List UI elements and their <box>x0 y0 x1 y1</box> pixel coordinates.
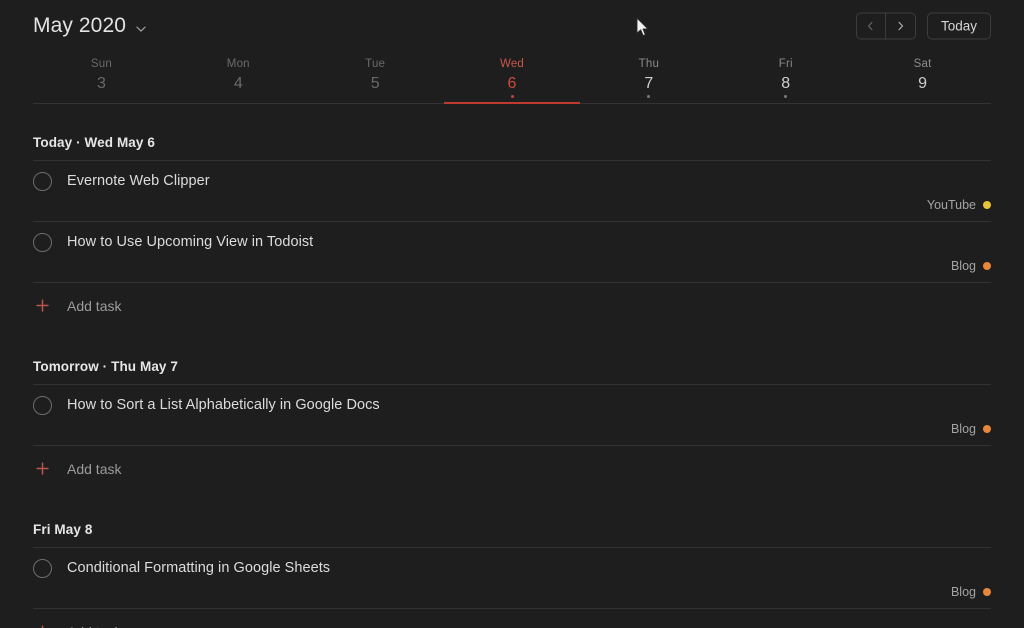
project-name: YouTube <box>926 197 976 212</box>
task-project[interactable]: Blog <box>33 258 991 273</box>
day-name: Sun <box>90 58 112 70</box>
project-name: Blog <box>950 258 976 273</box>
plus-icon <box>33 459 52 478</box>
todoist-upcoming-view: May 2020 Today Sun 3 Mon 4 Tue 5 Wed 6 T… <box>0 0 1024 628</box>
month-selector[interactable]: May 2020 <box>33 14 146 38</box>
add-task-label: Add task <box>67 297 122 314</box>
day-has-tasks-dot <box>647 95 651 98</box>
section-header: Today · Wed May 6 <box>33 135 155 150</box>
day-name: Mon <box>226 58 250 70</box>
day-column-wed[interactable]: Wed 6 <box>443 52 581 104</box>
task-checkbox[interactable] <box>33 172 52 191</box>
task-main: Conditional Formatting in Google Sheets <box>33 559 991 578</box>
day-column-sat[interactable]: Sat 9 <box>854 52 991 103</box>
section-header: Fri May 8 <box>33 522 93 537</box>
day-name: Wed <box>499 58 525 70</box>
nav-controls: Today <box>855 12 991 40</box>
date-nav-group <box>855 12 916 40</box>
task-checkbox[interactable] <box>33 559 52 578</box>
add-task-button[interactable]: Add task <box>33 608 991 628</box>
task-project[interactable]: YouTube <box>33 197 991 212</box>
prev-week-button[interactable] <box>857 13 886 39</box>
project-name: Blog <box>950 584 976 599</box>
day-number: 6 <box>507 75 517 92</box>
project-color-dot <box>983 200 991 209</box>
day-number: 8 <box>781 75 791 92</box>
next-week-button[interactable] <box>886 14 915 39</box>
add-task-label: Add task <box>67 460 122 477</box>
project-color-dot <box>983 587 991 596</box>
task-checkbox[interactable] <box>33 233 52 252</box>
date-section: Fri May 8 Conditional Formatting in Googl… <box>33 491 991 628</box>
day-column-tue[interactable]: Tue 5 <box>307 52 444 103</box>
day-number: 7 <box>644 75 654 92</box>
plus-icon <box>33 622 52 628</box>
section-header: Tomorrow · Thu May 7 <box>33 359 179 374</box>
project-color-dot <box>983 424 991 433</box>
today-button[interactable]: Today <box>926 12 991 40</box>
day-has-tasks-dot <box>510 95 514 98</box>
task-row[interactable]: How to Use Upcoming View in Todoist Blog <box>33 221 991 282</box>
active-day-underline <box>443 102 581 104</box>
day-has-tasks-dot <box>784 95 788 98</box>
task-project[interactable]: Blog <box>33 584 991 599</box>
day-number: 4 <box>233 75 243 92</box>
day-name: Thu <box>638 58 660 70</box>
task-row[interactable]: Conditional Formatting in Google Sheets B… <box>33 547 991 608</box>
add-task-button[interactable]: Add task <box>33 282 991 328</box>
task-title: Conditional Formatting in Google Sheets <box>67 560 331 576</box>
day-column-mon[interactable]: Mon 4 <box>170 52 307 103</box>
top-bar: May 2020 Today <box>0 0 1024 52</box>
day-name: Sat <box>913 58 932 70</box>
plus-icon <box>33 296 52 315</box>
chevron-left-icon <box>865 21 876 32</box>
day-number: 3 <box>96 75 106 92</box>
task-project[interactable]: Blog <box>33 421 991 436</box>
day-number: 9 <box>918 75 928 92</box>
add-task-button[interactable]: Add task <box>33 445 991 491</box>
date-section: Today · Wed May 6 Evernote Web Clipper You… <box>33 104 991 328</box>
task-main: How to Use Upcoming View in Todoist <box>33 233 991 252</box>
month-label: May 2020 <box>33 14 127 37</box>
task-checkbox[interactable] <box>33 396 52 415</box>
day-number: 5 <box>370 75 380 92</box>
task-list: Today · Wed May 6 Evernote Web Clipper You… <box>33 104 991 628</box>
weekday-strip: Sun 3 Mon 4 Tue 5 Wed 6 Thu 7 Fri 8 Sat 9 <box>33 52 991 104</box>
task-row[interactable]: How to Sort a List Alphabetically in Goo… <box>33 384 991 445</box>
project-color-dot <box>983 261 991 270</box>
task-main: Evernote Web Clipper <box>33 172 991 191</box>
day-column-fri[interactable]: Fri 8 <box>717 52 854 103</box>
task-title: How to Sort a List Alphabetically in Goo… <box>67 397 380 413</box>
add-task-label: Add task <box>67 624 121 628</box>
chevron-right-icon <box>895 21 906 32</box>
day-name: Fri <box>778 58 793 70</box>
chevron-down-icon <box>135 23 146 34</box>
day-name: Tue <box>365 58 386 70</box>
task-main: How to Sort a List Alphabetically in Goo… <box>33 396 991 415</box>
project-name: Blog <box>950 421 976 436</box>
day-column-thu[interactable]: Thu 7 <box>580 52 717 103</box>
task-row[interactable]: Evernote Web Clipper YouTube <box>33 160 991 221</box>
task-title: How to Use Upcoming View in Todoist <box>67 234 314 250</box>
task-title: Evernote Web Clipper <box>67 173 210 189</box>
date-section: Tomorrow · Thu May 7 How to Sort a List A… <box>33 328 991 491</box>
day-column-sun[interactable]: Sun 3 <box>33 52 170 103</box>
